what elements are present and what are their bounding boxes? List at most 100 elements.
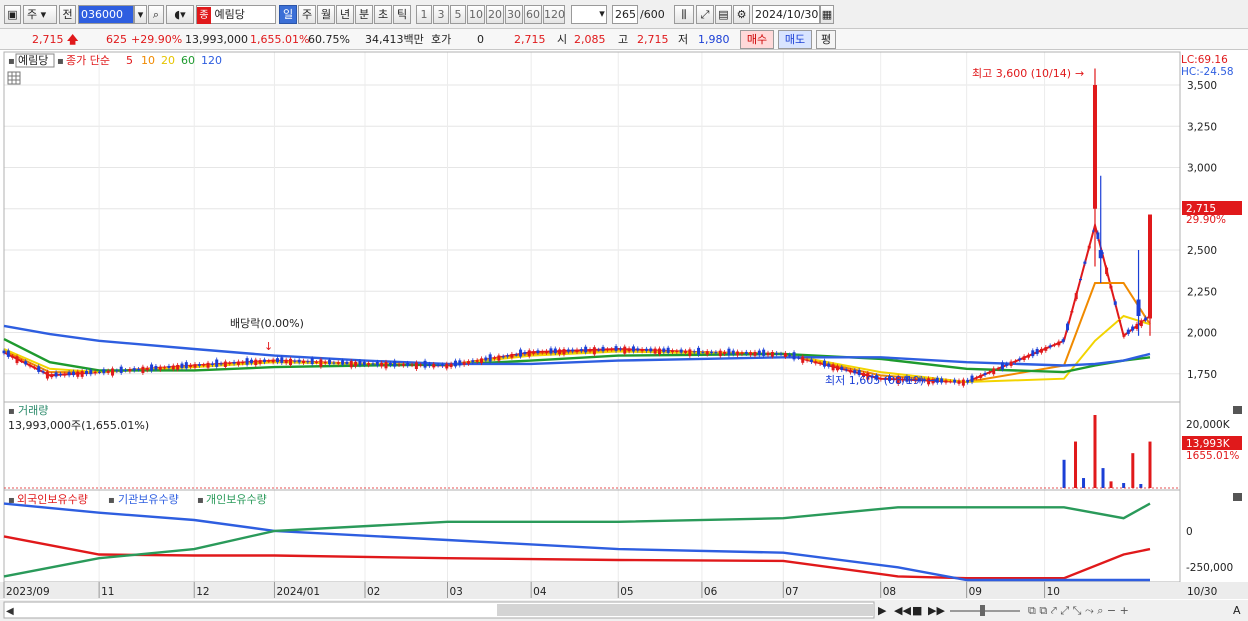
candle-body: [666, 347, 670, 353]
rewind-icon[interactable]: ◀◀: [894, 604, 911, 617]
candle-body: [189, 364, 193, 368]
scroll-thumb[interactable]: [497, 604, 874, 616]
volume-last-pct: 1655.01%: [1186, 450, 1239, 462]
legend-square-icon: ▪: [8, 56, 15, 67]
candle-body: [584, 346, 588, 353]
save-icon[interactable]: ▤: [715, 5, 732, 24]
forward-icon[interactable]: ▶▶: [928, 604, 945, 617]
candle-body: [15, 356, 19, 364]
volume-panel-close-icon[interactable]: [1233, 406, 1242, 414]
candle-body: [163, 367, 167, 369]
candle-body: [840, 366, 844, 370]
speaker-icon[interactable]: ◖▾: [166, 5, 194, 24]
prev-button[interactable]: 전: [59, 5, 76, 24]
multiplier-button-7[interactable]: 120: [543, 5, 565, 24]
candle-body: [397, 364, 401, 366]
candle-body: [293, 360, 297, 362]
multiplier-button-6[interactable]: 60: [524, 5, 542, 24]
dropdown-icon[interactable]: ▾: [134, 5, 147, 24]
count-max: /600: [640, 8, 665, 21]
candle-body: [775, 352, 779, 355]
candle-body: [1048, 345, 1052, 348]
candle-body: [540, 351, 544, 353]
candle-body: [766, 352, 770, 356]
candle-body: [575, 349, 579, 353]
multiplier-button-5[interactable]: 30: [505, 5, 523, 24]
price-axis-ticks: 3,5003,2503,0002,7502,5002,2502,0001,750: [1187, 80, 1217, 381]
count-input[interactable]: 265: [612, 5, 638, 24]
candle-body: [1087, 245, 1091, 249]
tool-icons[interactable]: ⧉ ⧉ ⤤ ⤢ ⤡ ⤳ ⌕ − +: [1028, 604, 1129, 617]
candle-body: [258, 360, 262, 364]
scroll-left-icon[interactable]: ◀: [6, 606, 14, 617]
sell-button[interactable]: 매도: [778, 30, 812, 49]
multiplier-button-1[interactable]: 3: [433, 5, 449, 24]
low-annotation: 최저 1,605 (08/19): [825, 374, 924, 387]
candle-body: [653, 348, 657, 354]
hc-label: HC:-24.58: [1181, 66, 1234, 78]
candle-body: [332, 362, 336, 364]
chevron-down-icon[interactable]: ▾: [596, 5, 608, 24]
candle-body: [740, 352, 744, 355]
candle-body: [167, 365, 171, 369]
line-tool-icon[interactable]: ⤢: [696, 5, 714, 24]
market-badge-icon: 종: [197, 7, 211, 24]
volume-bar: [1062, 459, 1066, 488]
candle-body: [297, 359, 301, 363]
date-input[interactable]: 2024/10/30: [752, 5, 820, 24]
candle-icon[interactable]: ⫼: [674, 5, 694, 24]
candle-body: [236, 361, 240, 365]
candle-body: [562, 349, 566, 355]
font-size-icon[interactable]: A: [1233, 604, 1241, 617]
multiplier-button-4[interactable]: 20: [486, 5, 504, 24]
stock-code-input[interactable]: 036000: [78, 5, 134, 24]
candle-body: [1074, 293, 1078, 300]
price-tick-label: 3,500: [1187, 80, 1217, 92]
candle-body: [597, 349, 601, 351]
period-button-6[interactable]: 틱: [393, 5, 411, 24]
period-button-5[interactable]: 초: [374, 5, 392, 24]
candle-body: [1083, 261, 1087, 264]
volume-bar: [1101, 468, 1105, 488]
table-icon[interactable]: [7, 71, 21, 85]
candle-body: [384, 361, 388, 369]
candle-body: [393, 360, 397, 367]
zoom-slider-handle[interactable]: [980, 605, 985, 616]
multiplier-button-0[interactable]: 1: [416, 5, 432, 24]
legend-square-icon-2: ▪: [57, 56, 64, 67]
type-select[interactable]: 주 ▾: [23, 5, 57, 24]
period-button-4[interactable]: 분: [355, 5, 373, 24]
stop-icon[interactable]: ■: [912, 604, 922, 617]
candle-body: [1105, 267, 1109, 275]
multiplier-button-3[interactable]: 10: [467, 5, 485, 24]
x-axis-label: 2023/09: [6, 586, 50, 598]
gear-icon[interactable]: ⚙: [733, 5, 750, 24]
multiplier-button-2[interactable]: 5: [450, 5, 466, 24]
stock-chart[interactable]: ▪ 예림당 ▪ 종가 단순 5 10 20 60 120 LC:69.16 HC…: [0, 50, 1248, 621]
candle-body: [1139, 320, 1143, 327]
search-icon[interactable]: ⌕: [148, 5, 164, 24]
panel-icon[interactable]: ▣: [4, 5, 21, 24]
candle-body: [41, 371, 45, 373]
candle-body: [358, 360, 362, 366]
candle-body: [271, 359, 275, 363]
scroll-right-icon[interactable]: ▶: [878, 604, 887, 617]
candle-body: [380, 362, 384, 367]
candle-body: [571, 349, 575, 352]
x-axis-label: 2024/01: [276, 586, 320, 598]
period-button-0[interactable]: 일: [279, 5, 297, 24]
eval-button[interactable]: 평: [816, 30, 836, 49]
candle-body: [762, 349, 766, 356]
holdings-y-tick-1: -250,000: [1186, 562, 1233, 574]
buy-button[interactable]: 매수: [740, 30, 774, 49]
period-button-2[interactable]: 월: [317, 5, 335, 24]
volume-pct: 1,655.01%: [250, 33, 310, 46]
calendar-icon[interactable]: ▦: [820, 5, 834, 24]
period-button-1[interactable]: 주: [298, 5, 316, 24]
period-button-3[interactable]: 년: [336, 5, 354, 24]
candle-body: [2, 350, 6, 354]
ma-legend-120: 120: [201, 54, 222, 67]
volume-legend-square-icon: ▪: [8, 406, 15, 417]
holdings-panel-close-icon[interactable]: [1233, 493, 1242, 501]
stock-name-field[interactable]: 종 예림당: [196, 5, 276, 24]
